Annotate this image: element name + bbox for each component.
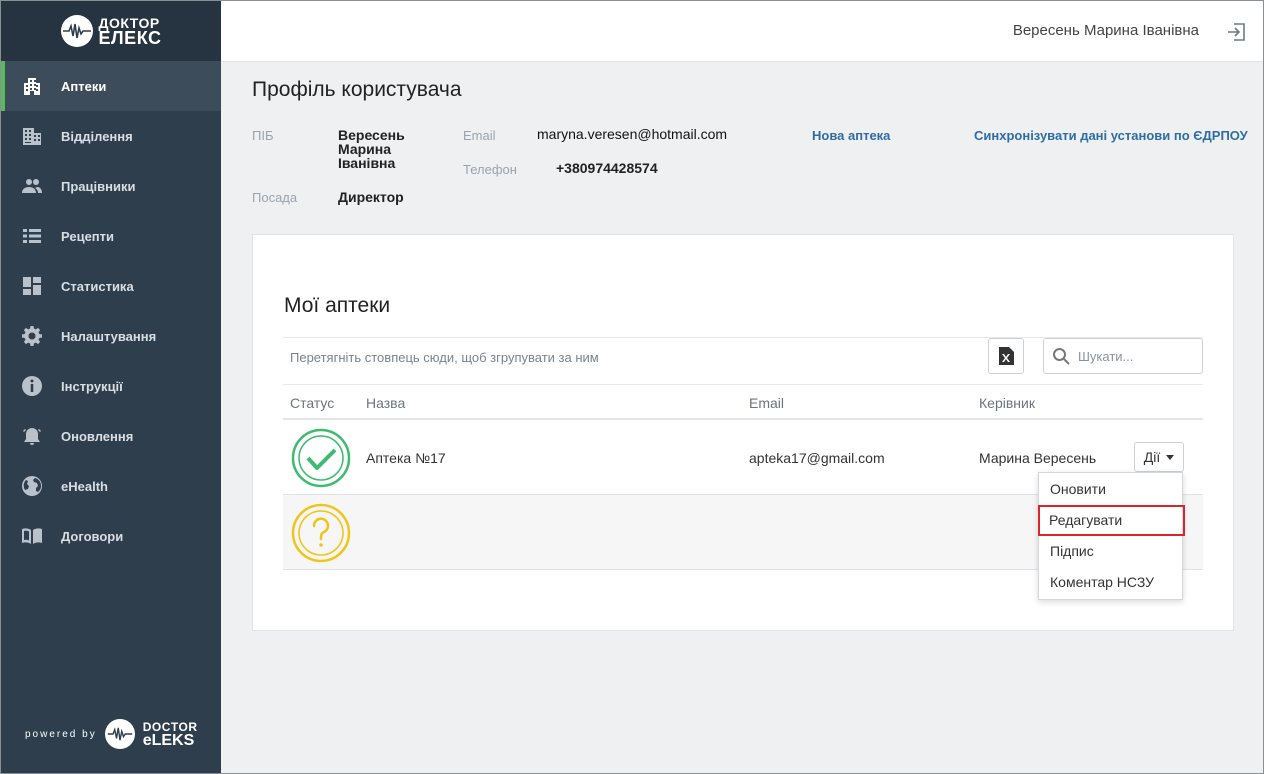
sidebar-item-instructions[interactable]: Інструкції bbox=[1, 361, 221, 411]
sidebar-item-label: Налаштування bbox=[61, 328, 157, 344]
list-icon bbox=[21, 225, 43, 247]
sync-edrpou-link[interactable]: Синхронізувати дані установи по ЄДРПОУ bbox=[974, 128, 1248, 143]
book-icon bbox=[21, 525, 43, 547]
sidebar-item-pharmacies[interactable]: Аптеки bbox=[1, 61, 221, 111]
column-header-email[interactable]: Email bbox=[749, 395, 784, 411]
sidebar-item-updates[interactable]: Оновлення bbox=[1, 411, 221, 461]
position-label: Посада bbox=[252, 190, 298, 205]
export-excel-button[interactable] bbox=[988, 338, 1024, 374]
pib-line: Іванівна bbox=[338, 155, 396, 171]
pharmacy-email: apteka17@gmail.com bbox=[749, 450, 885, 466]
pulse-logo-icon bbox=[104, 719, 135, 749]
actions-menu: Оновити Редагувати Підпис Коментар НСЗУ bbox=[1038, 472, 1185, 600]
sidebar-item-label: Статистика bbox=[61, 278, 134, 294]
status-unknown-question-icon bbox=[291, 503, 351, 563]
column-header-manager[interactable]: Керівник bbox=[979, 395, 1035, 411]
menu-item-refresh[interactable]: Оновити bbox=[1039, 474, 1182, 505]
phone-value: +380974428574 bbox=[556, 160, 658, 176]
position-value: Директор bbox=[338, 189, 404, 205]
building-icon bbox=[21, 75, 43, 97]
top-bar: Вересень Марина Іванівна bbox=[221, 1, 1263, 62]
sidebar-item-label: Оновлення bbox=[61, 428, 134, 444]
powered-by-label: powered by bbox=[25, 728, 97, 740]
pib-line: Марина bbox=[338, 141, 392, 157]
sidebar-item-label: Працівники bbox=[61, 178, 136, 194]
dashboard-icon bbox=[21, 275, 43, 297]
sidebar-item-label: Рецепти bbox=[61, 228, 115, 244]
column-header-name[interactable]: Назва bbox=[366, 395, 405, 411]
column-header-status[interactable]: Статус bbox=[290, 395, 334, 411]
pib-value: Вересень Марина Іванівна bbox=[338, 128, 405, 170]
sidebar-item-label: Інструкції bbox=[61, 378, 123, 394]
powered-brand-line2: eLEKS bbox=[142, 732, 195, 749]
excel-file-icon bbox=[999, 347, 1014, 365]
email-label: Email bbox=[463, 128, 496, 143]
actions-dropdown-button[interactable]: Дії bbox=[1134, 442, 1184, 472]
sidebar-item-settings[interactable]: Налаштування bbox=[1, 311, 221, 361]
phone-label: Телефон bbox=[463, 162, 517, 177]
caret-down-icon bbox=[1166, 454, 1175, 460]
brand-logo[interactable]: ДОКТОР ЕЛЕКС bbox=[1, 1, 221, 61]
powered-by: powered by DOCTOR eLEKS bbox=[25, 719, 197, 749]
sidebar-item-label: Аптеки bbox=[61, 78, 107, 94]
sidebar-item-contracts[interactable]: Договори bbox=[1, 511, 221, 561]
section-title: Мої аптеки bbox=[284, 294, 391, 317]
page-title: Профіль користувача bbox=[252, 78, 462, 101]
group-by-hint: Перетягніть стовпець сюди, щоб згрупуват… bbox=[290, 350, 599, 365]
menu-item-signature[interactable]: Підпис bbox=[1039, 536, 1182, 567]
sidebar: ДОКТОР ЕЛЕКС Аптеки Відділення Працівник… bbox=[1, 1, 221, 773]
menu-item-edit[interactable]: Редагувати bbox=[1038, 505, 1185, 536]
globe-icon bbox=[21, 475, 43, 497]
current-user-name[interactable]: Вересень Марина Іванівна bbox=[1013, 22, 1199, 39]
email-value: maryna.veresen@hotmail.com bbox=[537, 126, 728, 142]
pib-line: Вересень bbox=[338, 127, 405, 143]
search-icon bbox=[1053, 348, 1070, 365]
sidebar-nav: Аптеки Відділення Працівники Рецепти Ста… bbox=[1, 61, 221, 561]
pulse-logo-icon bbox=[60, 15, 93, 47]
pharmacy-manager: Марина Вересень bbox=[979, 450, 1097, 466]
info-icon bbox=[21, 375, 43, 397]
logout-icon[interactable] bbox=[1225, 21, 1247, 43]
sidebar-item-label: Договори bbox=[61, 528, 124, 544]
brand-name: ДОКТОР ЕЛЕКС bbox=[98, 16, 162, 48]
sidebar-item-statistics[interactable]: Статистика bbox=[1, 261, 221, 311]
sidebar-item-label: Відділення bbox=[61, 128, 133, 144]
sidebar-item-prescriptions[interactable]: Рецепти bbox=[1, 211, 221, 261]
search-box[interactable] bbox=[1043, 338, 1203, 374]
status-active-check-icon bbox=[291, 428, 351, 488]
powered-brand: DOCTOR eLEKS bbox=[142, 721, 198, 749]
office-icon bbox=[21, 125, 43, 147]
bell-icon bbox=[21, 425, 43, 447]
menu-item-nhsu-comment[interactable]: Коментар НСЗУ bbox=[1039, 567, 1182, 598]
pharmacy-name: Аптека №17 bbox=[366, 450, 446, 466]
people-icon bbox=[21, 175, 43, 197]
group-by-area[interactable]: Перетягніть стовпець сюди, щоб згрупуват… bbox=[283, 337, 1203, 385]
gear-icon bbox=[21, 325, 43, 347]
pib-label: ПІБ bbox=[252, 128, 274, 143]
actions-label: Дії bbox=[1143, 449, 1161, 465]
sidebar-item-label: eHealth bbox=[61, 478, 108, 494]
sidebar-item-employees[interactable]: Працівники bbox=[1, 161, 221, 211]
brand-line2: ЕЛЕКС bbox=[98, 28, 162, 48]
table-header: Статус Назва Email Керівник bbox=[283, 385, 1203, 420]
new-pharmacy-link[interactable]: Нова аптека bbox=[812, 128, 890, 143]
sidebar-item-departments[interactable]: Відділення bbox=[1, 111, 221, 161]
search-input[interactable] bbox=[1078, 348, 1188, 364]
sidebar-item-ehealth[interactable]: eHealth bbox=[1, 461, 221, 511]
